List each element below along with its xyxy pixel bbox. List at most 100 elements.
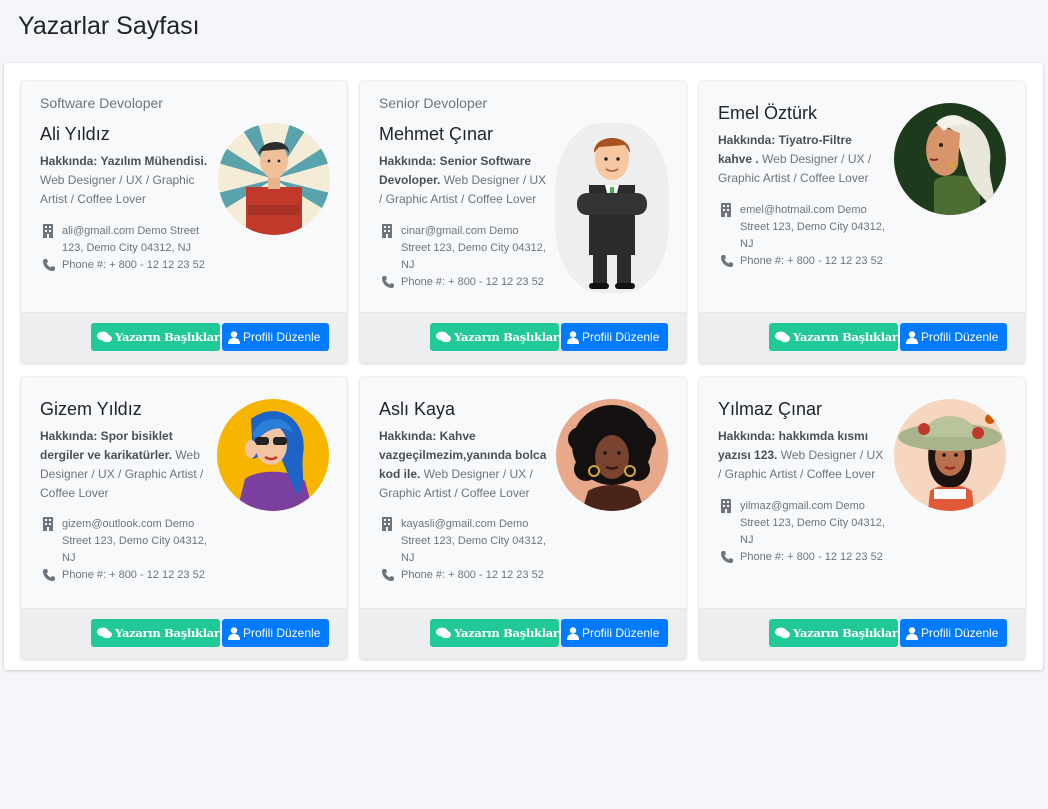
author-contact: ali@gmail.com Demo Street 123, Demo City… xyxy=(40,223,210,274)
card-footer: Yazarın Başlıkları Profili Düzenle xyxy=(21,312,347,363)
author-posts-button[interactable]: Yazarın Başlıkları xyxy=(769,619,902,647)
author-phone: Phone #: + 800 - 12 12 23 52 xyxy=(740,255,883,267)
user-icon xyxy=(906,330,918,344)
author-card: Emel Öztürk Hakkında: Tiyatro-Filtre kah… xyxy=(699,81,1025,363)
phone-icon xyxy=(720,254,734,274)
card-footer: Yazarın Başlıkları Profili Düzenle xyxy=(360,312,686,363)
author-card: Aslı Kaya Hakkında: Kahve vazgeçilmezim,… xyxy=(360,377,686,659)
user-icon xyxy=(906,626,918,640)
author-about: Hakkında: Senior Software Devoloper. Web… xyxy=(379,152,549,209)
author-contact: kayasli@gmail.com Demo Street 123, Demo … xyxy=(379,516,549,584)
woman-white-hair-avatar xyxy=(894,103,1006,215)
author-posts-button[interactable]: Yazarın Başlıkları xyxy=(91,323,224,351)
user-icon xyxy=(228,626,240,640)
card-footer: Yazarın Başlıkları Profili Düzenle xyxy=(699,608,1025,659)
phone-icon xyxy=(42,568,56,588)
author-about: Hakkında: Tiyatro-Filtre kahve . Web Des… xyxy=(718,131,888,188)
comments-icon xyxy=(97,331,112,343)
phone-icon xyxy=(42,258,56,278)
author-contact: yilmaz@gmail.com Demo Street 123, Demo C… xyxy=(718,498,888,566)
comments-icon xyxy=(775,331,790,343)
author-address: yilmaz@gmail.com Demo Street 123, Demo C… xyxy=(740,500,885,546)
button-label: Yazarın Başlıkları xyxy=(115,626,224,640)
author-card: Software Devoloper Ali Yıldız Hakkında: … xyxy=(21,81,347,363)
author-posts-button[interactable]: Yazarın Başlıkları xyxy=(91,619,224,647)
author-posts-button[interactable]: Yazarın Başlıkları xyxy=(430,323,563,351)
phone-icon xyxy=(381,568,395,588)
author-card: Gizem Yıldız Hakkında: Spor bisiklet der… xyxy=(21,377,347,659)
author-name: Mehmet Çınar xyxy=(379,124,494,144)
user-icon xyxy=(567,330,579,344)
comments-icon xyxy=(775,627,790,639)
author-phone: Phone #: + 800 - 12 12 23 52 xyxy=(401,569,544,581)
author-contact: gizem@outlook.com Demo Street 123, Demo … xyxy=(40,516,210,584)
author-phone: Phone #: + 800 - 12 12 23 52 xyxy=(62,259,205,271)
building-icon xyxy=(42,517,54,537)
author-phone: Phone #: + 800 - 12 12 23 52 xyxy=(62,569,205,581)
button-label: Profili Düzenle xyxy=(921,626,999,640)
woman-blue-hair-avatar xyxy=(217,399,329,511)
woman-curly-hair-avatar xyxy=(556,399,668,511)
author-posts-button[interactable]: Yazarın Başlıkları xyxy=(430,619,563,647)
button-label: Profili Düzenle xyxy=(582,330,660,344)
button-label: Yazarın Başlıkları xyxy=(793,626,902,640)
phone-icon xyxy=(720,550,734,570)
button-label: Profili Düzenle xyxy=(243,330,321,344)
author-name: Yılmaz Çınar xyxy=(718,399,823,419)
button-label: Profili Düzenle xyxy=(921,330,999,344)
author-address: cinar@gmail.com Demo Street 123, Demo Ci… xyxy=(401,225,546,271)
card-footer: Yazarın Başlıkları Profili Düzenle xyxy=(699,312,1025,363)
author-role: Senior Devoloper xyxy=(379,95,488,111)
author-card: Yılmaz Çınar Hakkında: hakkımda kısmı ya… xyxy=(699,377,1025,659)
button-label: Profili Düzenle xyxy=(582,626,660,640)
author-posts-button[interactable]: Yazarın Başlıkları xyxy=(769,323,902,351)
author-role: Software Devoloper xyxy=(40,95,163,111)
button-label: Yazarın Başlıkları xyxy=(793,330,902,344)
author-card: Senior Devoloper Mehmet Çınar Hakkında: … xyxy=(360,81,686,363)
edit-profile-button[interactable]: Profili Düzenle xyxy=(561,619,668,647)
about-text: Web Designer / UX / Graphic Artist / Cof… xyxy=(40,173,195,206)
author-name: Gizem Yıldız xyxy=(40,399,142,419)
comments-icon xyxy=(436,331,451,343)
button-label: Yazarın Başlıkları xyxy=(115,330,224,344)
button-label: Yazarın Başlıkları xyxy=(454,626,563,640)
author-about: Hakkında: Spor bisiklet dergiler ve kari… xyxy=(40,427,210,503)
about-label: Hakkında: Spor bisiklet dergiler ve kari… xyxy=(40,429,173,462)
building-icon xyxy=(381,224,393,244)
page-title: Yazarlar Sayfası xyxy=(18,12,200,40)
edit-profile-button[interactable]: Profili Düzenle xyxy=(900,619,1007,647)
author-about: Hakkında: hakkımda kısmı yazısı 123. Web… xyxy=(718,427,888,484)
comments-icon xyxy=(436,627,451,639)
man-red-shirt-avatar xyxy=(218,123,330,235)
author-phone: Phone #: + 800 - 12 12 23 52 xyxy=(401,276,544,288)
authors-container: Software Devoloper Ali Yıldız Hakkında: … xyxy=(4,63,1043,670)
author-name: Aslı Kaya xyxy=(379,399,456,419)
woman-sun-hat-avatar xyxy=(894,399,1006,511)
edit-profile-button[interactable]: Profili Düzenle xyxy=(561,323,668,351)
edit-profile-button[interactable]: Profili Düzenle xyxy=(222,619,329,647)
author-address: ali@gmail.com Demo Street 123, Demo City… xyxy=(62,225,200,254)
edit-profile-button[interactable]: Profili Düzenle xyxy=(222,323,329,351)
user-icon xyxy=(567,626,579,640)
edit-profile-button[interactable]: Profili Düzenle xyxy=(900,323,1007,351)
card-footer: Yazarın Başlıkları Profili Düzenle xyxy=(360,608,686,659)
author-about: Hakkında: Kahve vazgeçilmezim,yanında bo… xyxy=(379,427,549,503)
button-label: Yazarın Başlıkları xyxy=(454,330,563,344)
author-name: Ali Yıldız xyxy=(40,124,110,144)
building-icon xyxy=(720,203,732,223)
building-icon xyxy=(381,517,393,537)
author-about: Hakkında: Yazılım Mühendisi. Web Designe… xyxy=(40,152,210,209)
comments-icon xyxy=(97,627,112,639)
building-icon xyxy=(720,499,732,519)
author-phone: Phone #: + 800 - 12 12 23 52 xyxy=(740,551,883,563)
businessman-suit-avatar xyxy=(555,123,669,293)
author-address: kayasli@gmail.com Demo Street 123, Demo … xyxy=(401,518,546,564)
card-footer: Yazarın Başlıkları Profili Düzenle xyxy=(21,608,347,659)
author-address: emel@hotmail.com Demo Street 123, Demo C… xyxy=(740,204,885,250)
phone-icon xyxy=(381,275,395,295)
author-contact: cinar@gmail.com Demo Street 123, Demo Ci… xyxy=(379,223,549,291)
building-icon xyxy=(42,224,54,244)
about-label: Hakkında: Yazılım Mühendisi. xyxy=(40,154,208,168)
author-name: Emel Öztürk xyxy=(718,103,818,123)
button-label: Profili Düzenle xyxy=(243,626,321,640)
